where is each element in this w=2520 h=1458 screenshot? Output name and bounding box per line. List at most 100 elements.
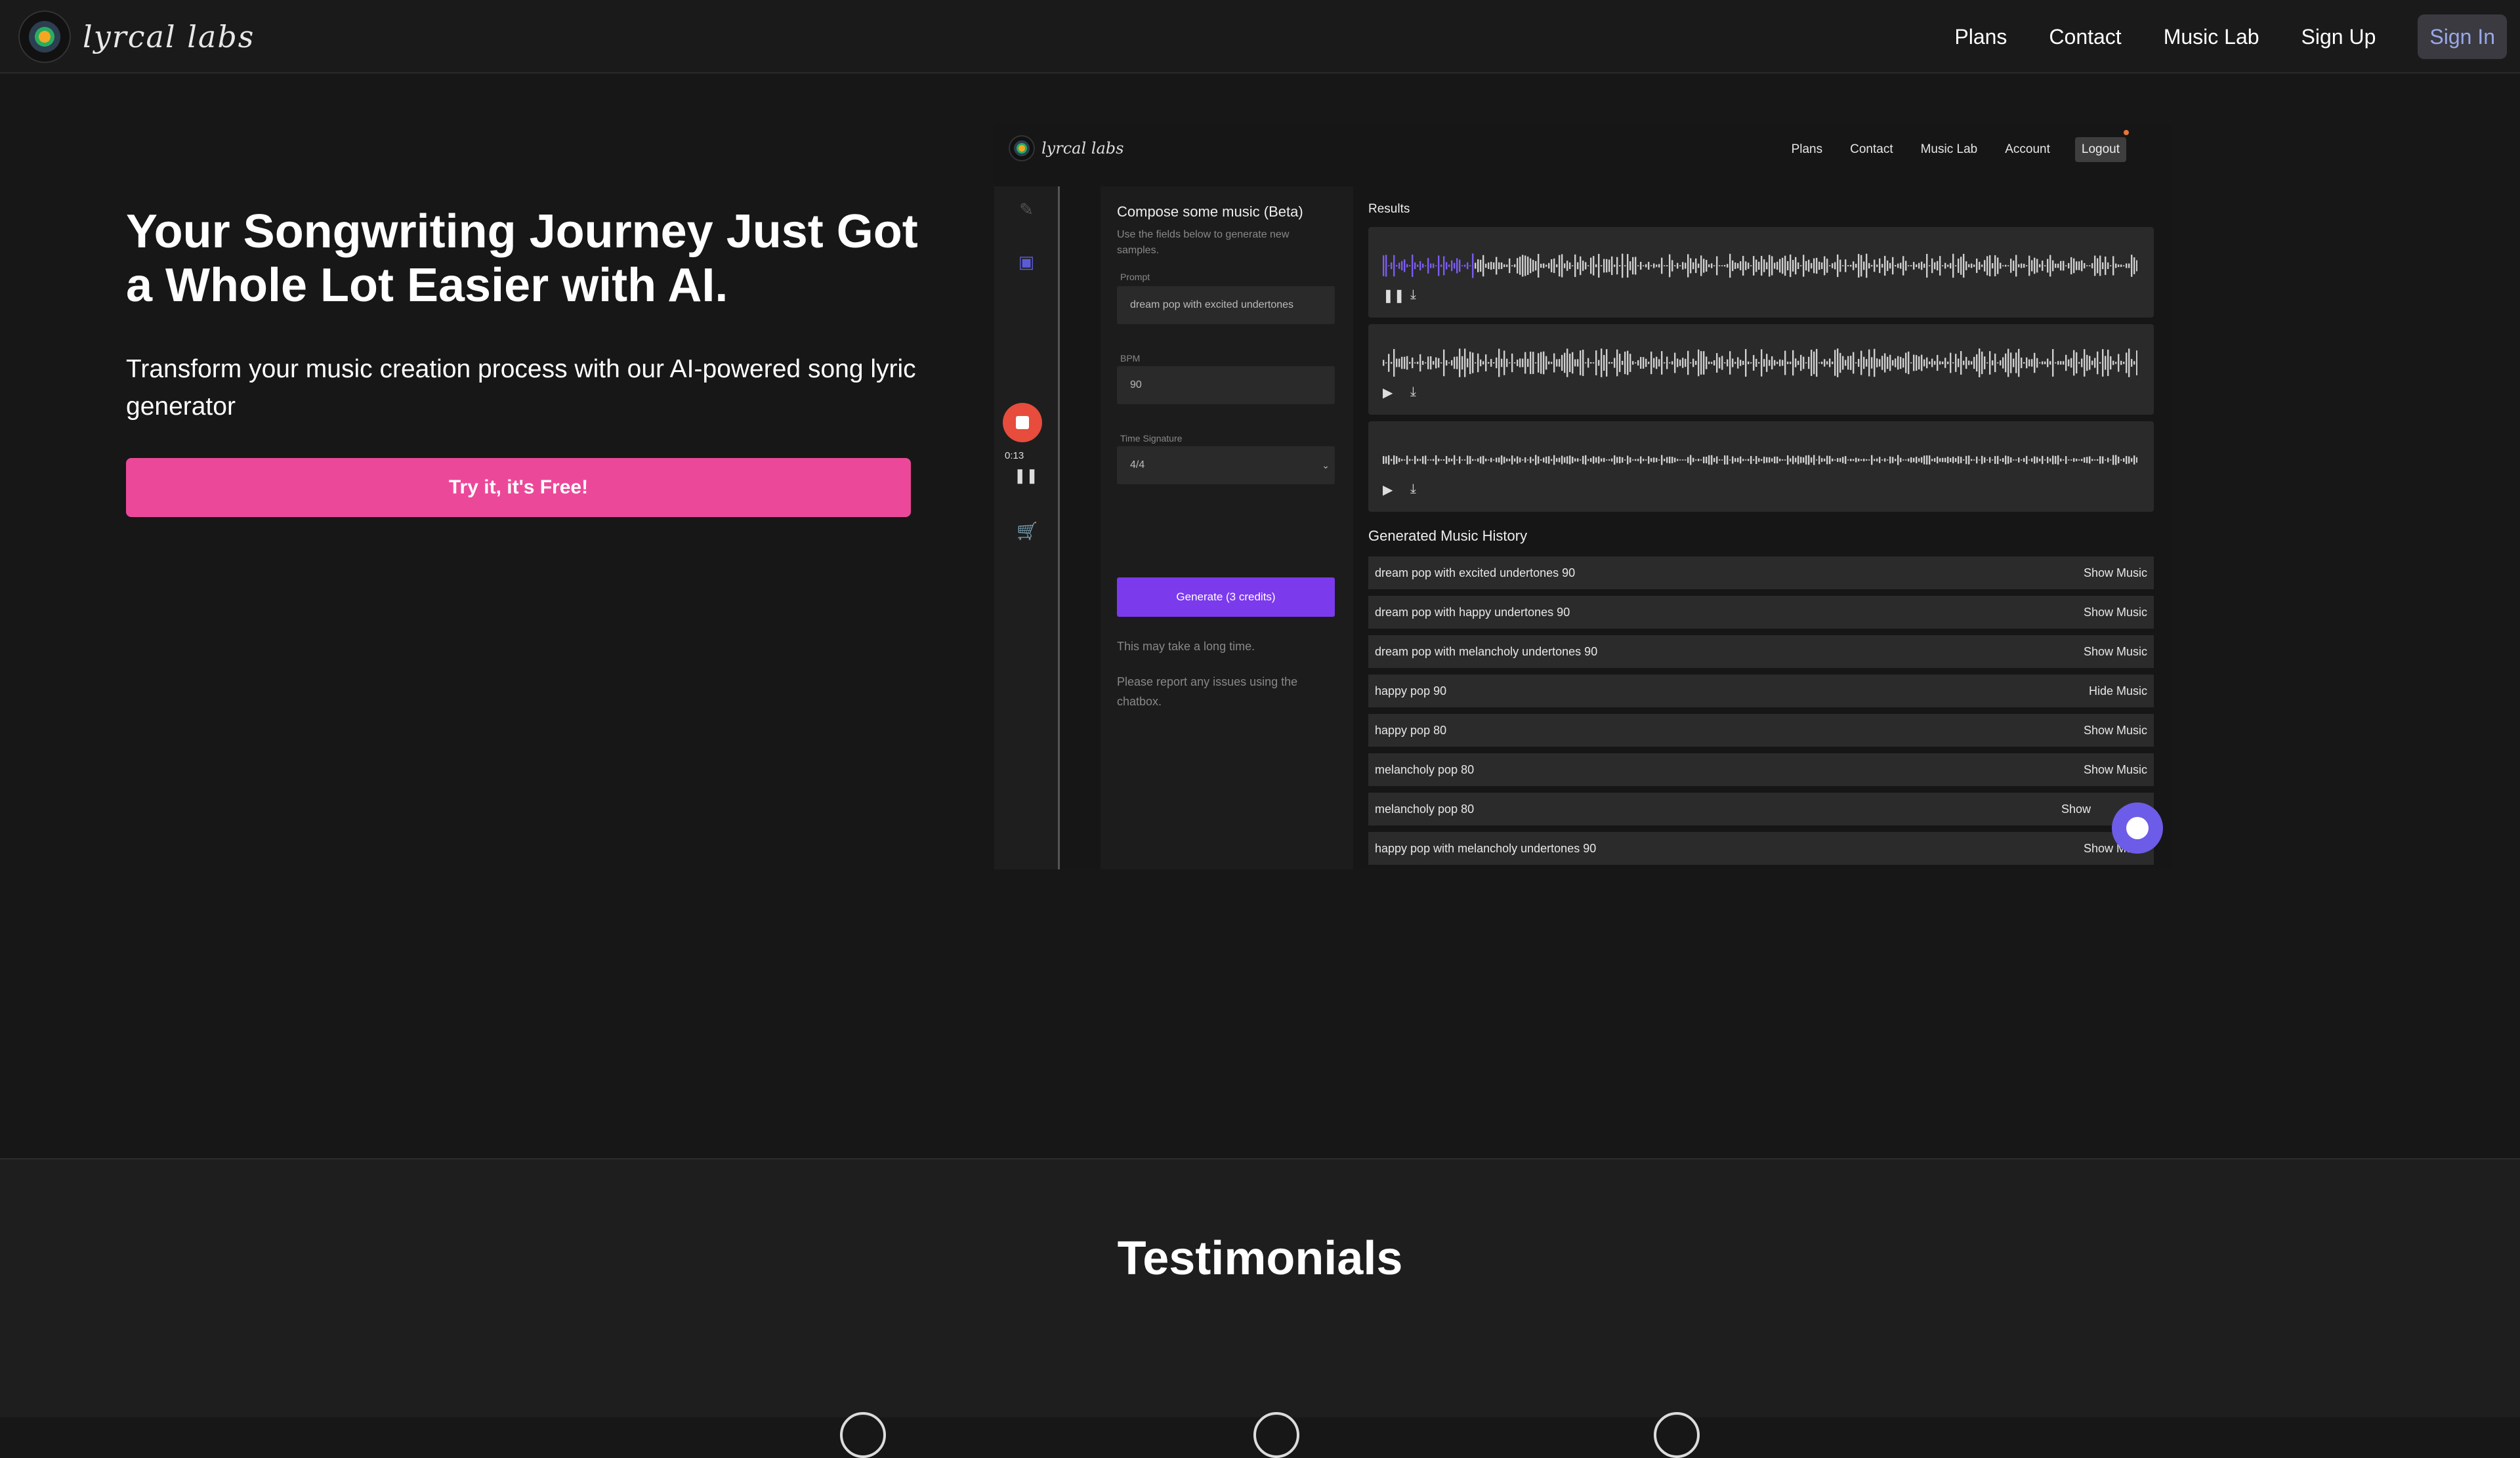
waveform-bar [1561, 254, 1563, 278]
waveform-bar [1947, 457, 1949, 463]
waveform-bar [2120, 459, 2122, 461]
waveform-bar [1984, 260, 1986, 272]
waveform-bar [1409, 362, 1411, 364]
waveform-bar [1916, 355, 1918, 371]
waveform-bar [2065, 354, 2067, 371]
prompt-label: Prompt [1120, 272, 1150, 282]
waveform-bar [1989, 255, 1991, 277]
waveform-bar [1553, 258, 1555, 274]
waveform-bar [1753, 355, 1755, 371]
waveform-bar [1874, 348, 1876, 377]
waveform-bar [1887, 459, 1889, 461]
waveform-bar [2094, 358, 2096, 368]
logo[interactable]: lyrcal labs [18, 9, 255, 64]
history-row: dream pop with melancholy undertones 90 … [1368, 635, 2154, 668]
waveform-bar [1931, 358, 1933, 367]
nav-sign-up-link[interactable]: Sign Up [2301, 14, 2376, 59]
sign-in-button[interactable]: Sign In [2418, 14, 2507, 59]
vinyl-logo-icon [18, 10, 71, 63]
waveform-bar [1406, 264, 1408, 268]
nav-plans-link[interactable]: Plans [1954, 14, 2007, 59]
waveform-bar [1545, 264, 1547, 267]
waveform-bar [1892, 257, 1894, 275]
waveform-bar [1805, 260, 1807, 271]
waveform-bar [1548, 456, 1550, 464]
waveform-bar [1748, 361, 1750, 365]
waveform-bar [2091, 459, 2093, 461]
waveform-bar [2123, 362, 2125, 364]
waveform-bar [1942, 361, 1944, 365]
waveform-bar [1719, 459, 1721, 461]
waveform-bar [1454, 455, 1456, 465]
waveform-bar [2036, 358, 2038, 368]
waveform-bar [1776, 261, 1778, 270]
waveform-bar [1782, 459, 1784, 461]
waveform-bar [1782, 257, 1784, 274]
waveform-bar [1488, 362, 1490, 364]
waveform-bar [1758, 362, 1760, 364]
waveform-bar [1556, 458, 1558, 462]
history-row: dream pop with happy undertones 90 Show … [1368, 596, 2154, 629]
waveform-bar [2047, 259, 2049, 273]
download-icon: ⤓ [1410, 482, 1416, 496]
nav-music-lab-link[interactable]: Music Lab [2164, 14, 2259, 59]
waveform-bar [1724, 455, 1726, 465]
waveform-bar [1866, 459, 1868, 461]
waveform-bar [1803, 255, 1805, 277]
waveform-bar [1866, 359, 1868, 367]
waveform-bar [1543, 351, 1545, 375]
waveform-bar [1808, 259, 1810, 272]
waveform-bar [1808, 356, 1810, 369]
waveform-bar [1897, 455, 1899, 465]
waveform-bar [1480, 456, 1482, 464]
waveform-bar [1729, 253, 1731, 278]
waveform-bar [1900, 457, 1902, 463]
try-free-button[interactable]: Try it, it's Free! [126, 458, 911, 517]
waveform-bar [1881, 459, 1883, 461]
waveform-bar [1976, 259, 1978, 273]
waveform-bar [2031, 260, 2033, 272]
download-icon: ⤓ [1410, 287, 1416, 302]
waveform-bar [1472, 459, 1474, 461]
waveform-bar [2023, 362, 2025, 364]
logo-text: lyrcal labs [83, 19, 255, 54]
waveform-bar [2000, 459, 2002, 461]
waveform-bar [1853, 459, 1855, 461]
waveform-bar [1892, 360, 1894, 366]
nav-contact-link[interactable]: Contact [2049, 14, 2121, 59]
history-action: Show Music [2083, 606, 2147, 619]
waveform-bar [1648, 262, 1650, 270]
waveform-bar [1501, 358, 1503, 367]
waveform-bar [1858, 254, 1860, 278]
waveform-bar [1685, 262, 1687, 269]
waveform-bar [1895, 264, 1897, 267]
waveform-bar [1734, 362, 1736, 364]
waveform-bar [1847, 459, 1849, 461]
waveform-bar [1829, 455, 1831, 465]
waveform-bar [1895, 358, 1897, 367]
waveform-bar [2042, 455, 2044, 465]
waveform-bar [1656, 457, 1658, 463]
waveform-bar [2081, 358, 2083, 367]
waveform-bar [2084, 457, 2086, 463]
waveform-bar [2021, 459, 2023, 461]
waveform-bar [2063, 260, 2065, 271]
history-name: dream pop with excited undertones 90 [1375, 566, 1576, 579]
waveform-bar [1438, 255, 1440, 276]
waveform-bar [1742, 360, 1744, 365]
waveform-bar [1981, 455, 1983, 465]
waveform-bar [2034, 456, 2036, 464]
waveform-bar [1669, 362, 1671, 364]
waveform-bar [1469, 455, 1471, 465]
preview-vinyl-logo-icon [1009, 135, 1035, 161]
waveform-bar [1913, 354, 1915, 371]
waveform-bar [2018, 457, 2020, 463]
waveform-bar [1545, 356, 1547, 370]
waveform-bar [1863, 261, 1865, 270]
waveform-bar [1950, 262, 1952, 269]
waveform-bar [1590, 257, 1592, 274]
waveform-bar [1393, 255, 1395, 277]
waveform-bar [1624, 459, 1626, 461]
waveform-bar [1939, 458, 1941, 462]
waveform-bar [2042, 361, 2044, 365]
